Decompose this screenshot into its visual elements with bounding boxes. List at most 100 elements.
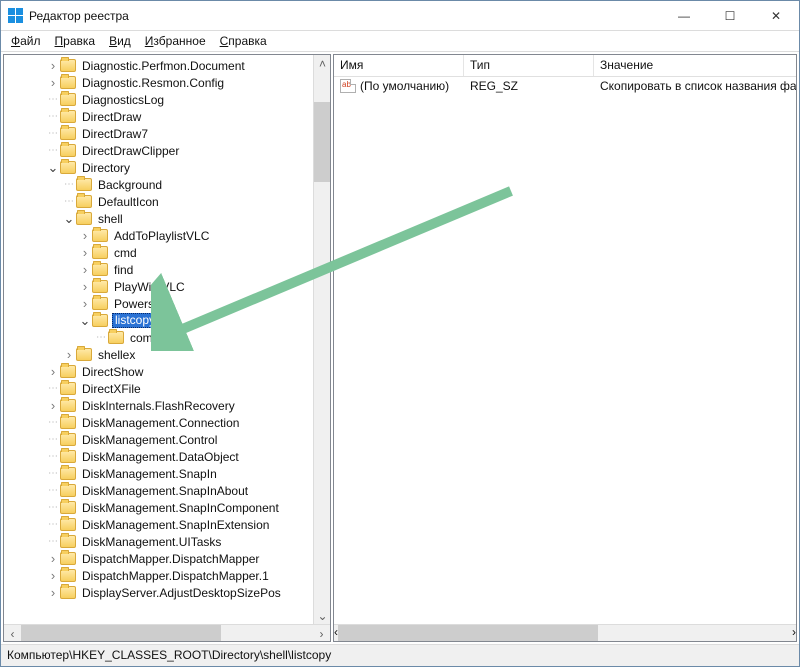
expand-arrow-icon[interactable]: › bbox=[62, 348, 76, 362]
menu-view[interactable]: Вид bbox=[103, 33, 137, 49]
tree-item[interactable]: ⋯DirectXFile bbox=[4, 380, 313, 397]
menu-bar: Файл Правка Вид Избранное Справка bbox=[1, 31, 799, 51]
tree-item[interactable]: › find bbox=[4, 261, 313, 278]
list-scrollbar-horizontal[interactable]: ‹ › bbox=[334, 624, 796, 641]
expand-arrow-icon[interactable]: › bbox=[46, 76, 60, 90]
menu-favorites[interactable]: Избранное bbox=[139, 33, 212, 49]
folder-icon bbox=[92, 280, 108, 293]
tree-item[interactable]: ⋯DirectDraw bbox=[4, 108, 313, 125]
expand-arrow-icon[interactable]: › bbox=[46, 365, 60, 379]
minimize-button[interactable]: — bbox=[661, 1, 707, 30]
scroll-down-button[interactable]: ⌄ bbox=[314, 607, 331, 624]
window-controls: — ☐ ✕ bbox=[661, 1, 799, 30]
tree-scrollbar-horizontal[interactable]: ‹ › bbox=[4, 624, 330, 641]
tree-item[interactable]: ›Powershell bbox=[4, 295, 313, 312]
close-button[interactable]: ✕ bbox=[753, 1, 799, 30]
tree-scrollbar-vertical[interactable]: ˄ ⌄ bbox=[313, 55, 330, 624]
folder-icon bbox=[92, 297, 108, 310]
scroll-thumb-vertical[interactable] bbox=[314, 102, 331, 182]
tree-item[interactable]: ⋯DirectDraw7 bbox=[4, 125, 313, 142]
folder-icon bbox=[108, 331, 124, 344]
expand-arrow-icon[interactable]: › bbox=[46, 569, 60, 583]
tree-item[interactable]: ⋯DiskManagement.Connection bbox=[4, 414, 313, 431]
tree-item[interactable]: ⋯DiskManagement.Control bbox=[4, 431, 313, 448]
tree-connector: ⋯ bbox=[46, 468, 60, 479]
tree-item[interactable]: › Diagnostic.Perfmon.Document bbox=[4, 57, 313, 74]
tree-item[interactable]: ⋯ DiagnosticsLog bbox=[4, 91, 313, 108]
tree-item[interactable]: ⋯DiskManagement.SnapInAbout bbox=[4, 482, 313, 499]
tree-item-label: cmd bbox=[112, 246, 139, 260]
maximize-button[interactable]: ☐ bbox=[707, 1, 753, 30]
tree-item[interactable]: ⋯command bbox=[4, 329, 313, 346]
tree-item[interactable]: ⋯Background bbox=[4, 176, 313, 193]
expand-arrow-icon[interactable]: › bbox=[46, 399, 60, 413]
tree-item[interactable]: ⌄Directory bbox=[4, 159, 313, 176]
tree-item-label: AddToPlaylistVLC bbox=[112, 229, 211, 243]
tree-item[interactable]: ›DisplayServer.AdjustDesktopSizePos bbox=[4, 584, 313, 601]
tree-item[interactable]: › AddToPlaylistVLC bbox=[4, 227, 313, 244]
expand-arrow-icon[interactable]: › bbox=[78, 229, 92, 243]
expand-arrow-icon[interactable]: › bbox=[46, 59, 60, 73]
tree-item-label: DiskManagement.Control bbox=[80, 433, 219, 447]
scroll-right-button[interactable]: › bbox=[313, 625, 330, 642]
scroll-right-button[interactable]: › bbox=[792, 625, 796, 641]
tree-item[interactable]: ›Diagnostic.Resmon.Config bbox=[4, 74, 313, 91]
tree-item-label: DefaultIcon bbox=[96, 195, 161, 209]
window-title: Редактор реестра bbox=[29, 9, 661, 23]
tree-view[interactable]: › Diagnostic.Perfmon.Document›Diagnostic.… bbox=[4, 55, 313, 624]
tree-connector: ⋯ bbox=[46, 417, 60, 428]
tree-item[interactable]: ⋯DiskManagement.SnapInExtension bbox=[4, 516, 313, 533]
tree-item[interactable]: ⋯DiskManagement.SnapInComponent bbox=[4, 499, 313, 516]
status-bar: Компьютер\HKEY_CLASSES_ROOT\Directory\sh… bbox=[1, 644, 799, 666]
collapse-arrow-icon[interactable]: ⌄ bbox=[62, 212, 76, 226]
scroll-up-button[interactable]: ˄ bbox=[314, 55, 331, 72]
tree-item[interactable]: ›DispatchMapper.DispatchMapper.1 bbox=[4, 567, 313, 584]
tree-item[interactable]: ›shellex bbox=[4, 346, 313, 363]
scroll-thumb-horizontal[interactable] bbox=[338, 625, 598, 642]
tree-item[interactable]: › DiskInternals.FlashRecovery bbox=[4, 397, 313, 414]
tree-item[interactable]: ⋯DiskManagement.DataObject bbox=[4, 448, 313, 465]
tree-item[interactable]: ⋯ DiskManagement.SnapIn bbox=[4, 465, 313, 482]
folder-icon bbox=[92, 229, 108, 242]
tree-item[interactable]: ⋯DefaultIcon bbox=[4, 193, 313, 210]
tree-item[interactable]: ›DispatchMapper.DispatchMapper bbox=[4, 550, 313, 567]
menu-help[interactable]: Справка bbox=[214, 33, 273, 49]
tree-item[interactable]: ⋯DiskManagement.UITasks bbox=[4, 533, 313, 550]
tree-item[interactable]: ⌄ shell bbox=[4, 210, 313, 227]
tree-item[interactable]: ⋯DirectDrawClipper bbox=[4, 142, 313, 159]
tree-item-label: DiagnosticsLog bbox=[80, 93, 166, 107]
expand-arrow-icon[interactable]: › bbox=[78, 263, 92, 277]
expand-arrow-icon[interactable]: › bbox=[46, 552, 60, 566]
expand-arrow-icon[interactable]: › bbox=[46, 586, 60, 600]
tree-item-label: Diagnostic.Perfmon.Document bbox=[80, 59, 247, 73]
expand-arrow-icon[interactable]: › bbox=[78, 246, 92, 260]
tree-item-label: shell bbox=[96, 212, 125, 226]
tree-connector: ⋯ bbox=[94, 332, 108, 343]
menu-file[interactable]: Файл bbox=[5, 33, 47, 49]
collapse-arrow-icon[interactable]: ⌄ bbox=[78, 314, 92, 328]
tree-item-label: DiskInternals.FlashRecovery bbox=[80, 399, 237, 413]
tree-item-label: DiskManagement.SnapIn bbox=[80, 467, 219, 481]
scroll-left-button[interactable]: ‹ bbox=[4, 625, 21, 642]
tree-item-label: DiskManagement.DataObject bbox=[80, 450, 241, 464]
list-header: Имя Тип Значение bbox=[334, 55, 796, 77]
column-header-name[interactable]: Имя bbox=[334, 55, 464, 76]
column-header-type[interactable]: Тип bbox=[464, 55, 594, 76]
collapse-arrow-icon[interactable]: ⌄ bbox=[46, 161, 60, 175]
list-panel: Имя Тип Значение (По умолчанию) REG_SZ С… bbox=[333, 54, 797, 642]
expand-arrow-icon[interactable]: › bbox=[78, 280, 92, 294]
list-row[interactable]: (По умолчанию) REG_SZ Скопировать в спис… bbox=[334, 77, 796, 95]
scroll-thumb-horizontal[interactable] bbox=[21, 625, 221, 642]
list-body[interactable]: (По умолчанию) REG_SZ Скопировать в спис… bbox=[334, 77, 796, 624]
folder-icon bbox=[92, 314, 108, 327]
tree-item[interactable]: › cmd bbox=[4, 244, 313, 261]
menu-edit[interactable]: Правка bbox=[49, 33, 102, 49]
column-header-value[interactable]: Значение bbox=[594, 55, 796, 76]
expand-arrow-icon[interactable]: › bbox=[78, 297, 92, 311]
tree-item[interactable]: ›PlayWithVLC bbox=[4, 278, 313, 295]
folder-icon bbox=[76, 178, 92, 191]
tree-item[interactable]: ⌄listcopy bbox=[4, 312, 313, 329]
tree-item[interactable]: ›DirectShow bbox=[4, 363, 313, 380]
tree-item-label: find bbox=[112, 263, 135, 277]
tree-connector: ⋯ bbox=[46, 94, 60, 105]
